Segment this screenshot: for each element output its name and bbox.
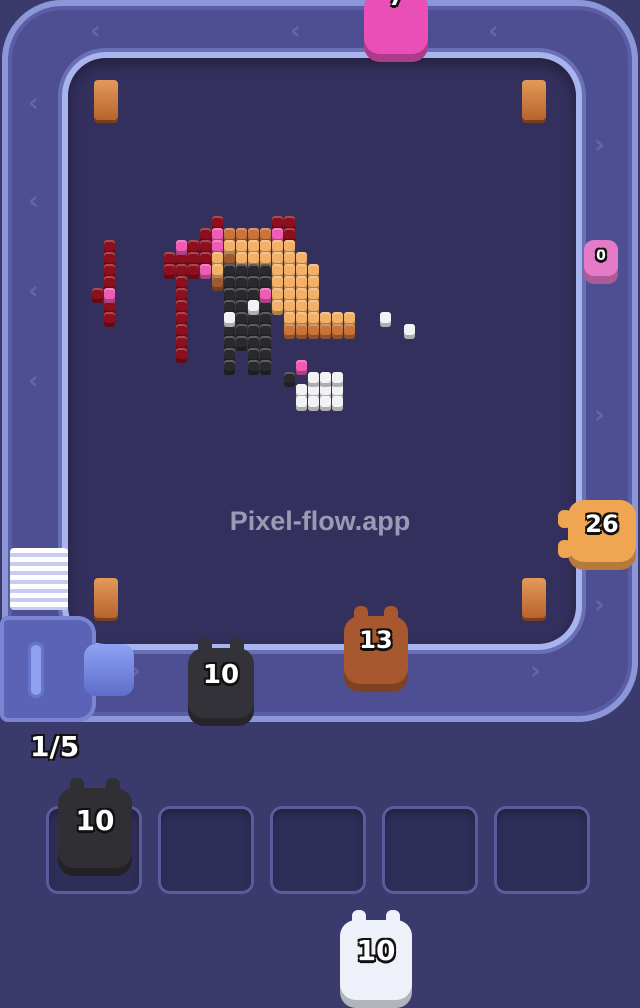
pixel-block xyxy=(224,360,235,375)
pig-count: 10 xyxy=(75,804,115,837)
pixel-block xyxy=(344,324,355,339)
pink-pig-right-small[interactable]: 0 xyxy=(584,240,618,284)
pig-ear xyxy=(354,606,368,624)
pixel-block xyxy=(104,288,115,303)
pixel-block xyxy=(308,396,319,411)
pixel-block xyxy=(308,372,319,387)
pixel-block xyxy=(236,336,247,351)
pink-pig-top[interactable]: 7 xyxy=(364,0,428,62)
pixel-block xyxy=(296,396,307,411)
pig-ear xyxy=(352,910,366,928)
orange-pig-right[interactable]: 26 xyxy=(558,500,636,570)
queue-counter: 1/5 xyxy=(30,730,80,763)
pixel-block xyxy=(164,264,175,279)
pixel-block xyxy=(332,396,343,411)
pixel-block xyxy=(308,324,319,339)
pixel-block xyxy=(260,288,271,303)
pixel-block xyxy=(212,276,223,291)
pixel-block xyxy=(272,300,283,315)
slot-pig-black[interactable]: 10 xyxy=(58,778,132,876)
dispenser-slit xyxy=(28,642,44,698)
pixel-block xyxy=(260,360,271,375)
pig-ear xyxy=(558,540,572,558)
pig-ear xyxy=(70,778,84,796)
pig-count: 7 xyxy=(364,0,428,11)
pixel-block xyxy=(104,312,115,327)
pig-ear xyxy=(230,638,244,656)
pig-ear xyxy=(106,778,120,796)
pixel-block xyxy=(176,348,187,363)
pig-ear xyxy=(384,606,398,624)
pixel-block xyxy=(332,324,343,339)
pixel-block xyxy=(92,288,103,303)
pixel-block xyxy=(284,372,295,387)
slot-5[interactable] xyxy=(494,806,590,894)
pig-count: 10 xyxy=(202,660,240,690)
black-pig-bottom[interactable]: 10 xyxy=(188,638,254,726)
pixel-block xyxy=(404,324,415,339)
pixel-block xyxy=(248,300,259,315)
slot-2[interactable] xyxy=(158,806,254,894)
next-pig-white[interactable]: 10 xyxy=(340,910,412,1008)
slot-3[interactable] xyxy=(270,806,366,894)
pixel-block xyxy=(248,360,259,375)
pig-dispenser xyxy=(0,616,96,722)
pig-count: 26 xyxy=(585,510,619,538)
pixel-block xyxy=(320,372,331,387)
pixel-block xyxy=(176,240,187,255)
dispenser-roller xyxy=(84,644,134,696)
pixel-block xyxy=(200,264,211,279)
pig-count: 0 xyxy=(596,248,606,264)
pixel-block xyxy=(284,324,295,339)
brown-pig-bottom[interactable]: 13 xyxy=(344,606,408,692)
watermark-text: Pixel-flow.app xyxy=(229,506,411,536)
pixel-block xyxy=(188,264,199,279)
pixel-block xyxy=(320,324,331,339)
pixel-block xyxy=(296,360,307,375)
pixel-block xyxy=(224,312,235,327)
pixel-block xyxy=(332,372,343,387)
pixel-block xyxy=(320,396,331,411)
pig-count: 10 xyxy=(356,934,396,967)
stairs xyxy=(10,548,68,610)
pig-count: 13 xyxy=(359,626,393,654)
pig-ear xyxy=(386,910,400,928)
slot-4[interactable] xyxy=(382,806,478,894)
pixel-block xyxy=(380,312,391,327)
pixel-block xyxy=(296,324,307,339)
pig-ear xyxy=(198,638,212,656)
